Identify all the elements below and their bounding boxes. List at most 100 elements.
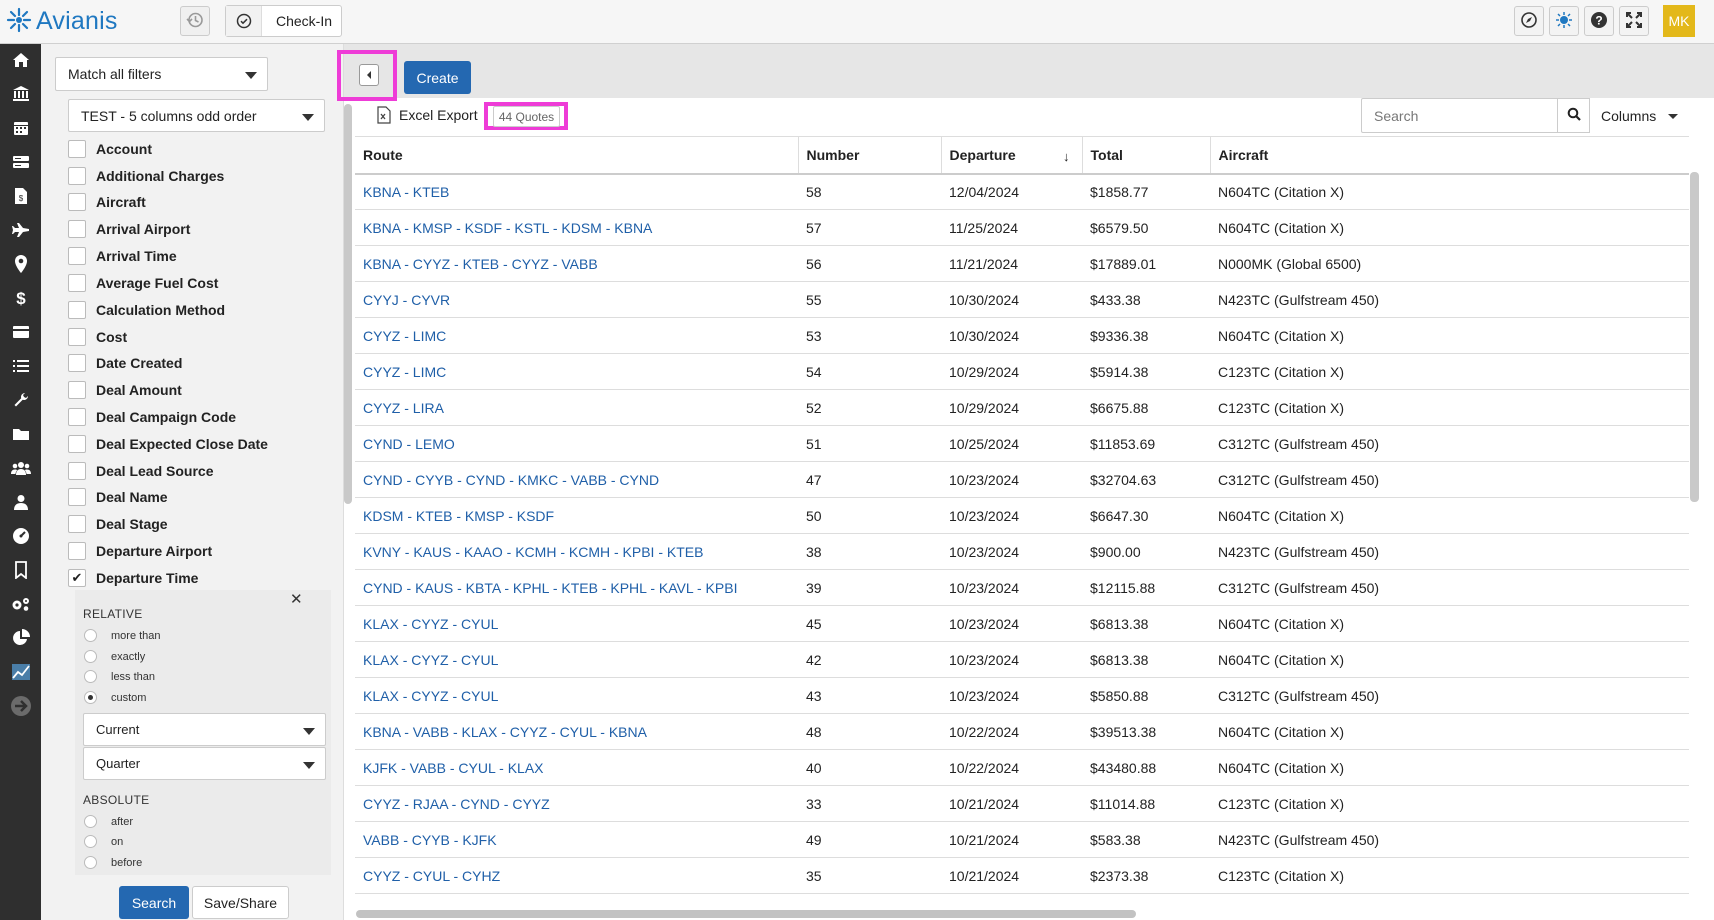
cell-route[interactable]: KLAX - CYYZ - CYUL	[355, 677, 798, 714]
table-row[interactable]: KBNA - CYYZ - KTEB - CYYZ - VABB 56 11/21/…	[355, 245, 1689, 282]
cell-route[interactable]: CYND - KAUS - KBTA - KPHL - KTEB - KPHL …	[355, 569, 798, 606]
nav-dashboard[interactable]	[0, 520, 41, 554]
cell-route[interactable]: KBNA - CYYZ - KTEB - CYYZ - VABB	[355, 245, 798, 282]
nav-customers[interactable]	[0, 486, 41, 520]
filter-field-deal-lead-source[interactable]: Deal Lead Source	[68, 460, 214, 482]
close-icon[interactable]: ✕	[290, 590, 303, 608]
nav-calendar[interactable]	[0, 112, 41, 146]
checkbox[interactable]	[68, 381, 86, 399]
fullscreen-button[interactable]	[1619, 6, 1649, 36]
nav-stack[interactable]	[0, 146, 41, 180]
cell-route[interactable]: KLAX - CYYZ - CYUL	[355, 605, 798, 642]
table-row[interactable]: CYYZ - LIRA 52 10/29/2024 $6675.88 C123TC (C…	[355, 389, 1689, 426]
radio-on[interactable]: on	[84, 835, 123, 848]
nav-crew[interactable]	[0, 452, 41, 486]
checkbox[interactable]	[68, 301, 86, 319]
filter-field-cost[interactable]: Cost	[68, 326, 127, 348]
table-search-button[interactable]	[1557, 98, 1590, 133]
filter-field-calculation-method[interactable]: Calculation Method	[68, 299, 225, 321]
cell-route[interactable]: KBNA - KMSP - KSDF - KSTL - KDSM - KBNA	[355, 209, 798, 246]
radio-button[interactable]	[84, 670, 97, 683]
nav-home[interactable]	[0, 44, 41, 78]
table-search-input[interactable]	[1361, 98, 1558, 133]
cell-route[interactable]: CYYZ - RJAA - CYND - CYYZ	[355, 785, 798, 822]
saved-view-select[interactable]: TEST - 5 columns odd order	[68, 99, 325, 132]
checkbox[interactable]	[68, 328, 86, 346]
radio-button-selected[interactable]	[84, 691, 97, 704]
checkbox[interactable]	[68, 274, 86, 292]
filter-field-date-created[interactable]: Date Created	[68, 352, 182, 374]
table-row[interactable]: CYND - KAUS - KBTA - KPHL - KTEB - KPHL …	[355, 569, 1689, 606]
table-row[interactable]: CYYZ - RJAA - CYND - CYYZ 33 10/21/2024 $11…	[355, 785, 1689, 822]
table-row[interactable]: KVNY - KAUS - KAAO - KCMH - KCMH - KPBI …	[355, 533, 1689, 570]
nav-maintenance[interactable]	[0, 384, 41, 418]
table-vertical-scrollbar[interactable]	[1690, 172, 1699, 502]
radio-exactly[interactable]: exactly	[84, 650, 145, 663]
table-row[interactable]: KLAX - CYYZ - CYUL 43 10/23/2024 $5850.88 C3…	[355, 677, 1689, 714]
nav-finance[interactable]: $	[0, 282, 41, 316]
table-row[interactable]: KLAX - CYYZ - CYUL 42 10/23/2024 $6813.38 N6…	[355, 641, 1689, 678]
nav-analytics[interactable]	[0, 656, 41, 690]
checkbox[interactable]	[68, 462, 86, 480]
radio-after[interactable]: after	[84, 815, 133, 828]
checkbox[interactable]	[68, 408, 86, 426]
filter-field-additional-charges[interactable]: Additional Charges	[68, 165, 224, 187]
cell-route[interactable]: CYND - CYYB - CYND - KMKC - VABB - CYND	[355, 461, 798, 498]
table-row[interactable]: CYYZ - CYUL - CYHZ 35 10/21/2024 $2373.38 C1…	[355, 857, 1689, 894]
cell-route[interactable]: CYND - LEMO	[355, 425, 798, 462]
app-logo[interactable]: Avianis	[6, 7, 118, 36]
checkbox[interactable]	[68, 247, 86, 265]
radio-button[interactable]	[84, 815, 97, 828]
excel-export-button[interactable]: Excel Export	[376, 106, 478, 124]
avianis-button[interactable]	[1549, 6, 1579, 36]
cell-route[interactable]: KLAX - CYYZ - CYUL	[355, 641, 798, 678]
help-button[interactable]: ?	[1584, 6, 1614, 36]
cell-route[interactable]: CYYJ - CYVR	[355, 281, 798, 318]
checkbox[interactable]	[68, 354, 86, 372]
table-row[interactable]: KBNA - VABB - KLAX - CYYZ - CYUL - KBNA 4…	[355, 713, 1689, 750]
table-row[interactable]: KLAX - CYYZ - CYUL 45 10/23/2024 $6813.38 N6…	[355, 605, 1689, 642]
radio-before[interactable]: before	[84, 856, 142, 869]
checkbox[interactable]	[68, 140, 86, 158]
history-button[interactable]	[180, 6, 210, 36]
filter-field-departure-time[interactable]: ✔ Departure Time	[68, 567, 198, 589]
filter-field-average-fuel-cost[interactable]: Average Fuel Cost	[68, 272, 218, 294]
filter-field-departure-airport[interactable]: Departure Airport	[68, 540, 212, 562]
checkbox[interactable]	[68, 193, 86, 211]
filter-field-deal-expected-close-date[interactable]: Deal Expected Close Date	[68, 433, 268, 455]
table-row[interactable]: VABB - CYYB - KJFK 49 10/21/2024 $583.38 N42…	[355, 821, 1689, 858]
cell-route[interactable]: CYYZ - LIMC	[355, 317, 798, 354]
radio-less-than[interactable]: less than	[84, 670, 155, 683]
period-select[interactable]: Current	[83, 713, 326, 746]
table-row[interactable]: KBNA - KTEB 58 12/04/2024 $1858.77 N604TC (C…	[355, 173, 1689, 210]
table-horizontal-scrollbar[interactable]	[356, 910, 1136, 918]
cell-route[interactable]: CYYZ - CYUL - CYHZ	[355, 857, 798, 894]
radio-button[interactable]	[84, 650, 97, 663]
checkbox[interactable]	[68, 220, 86, 238]
filter-field-account[interactable]: Account	[68, 138, 152, 160]
radio-button[interactable]	[84, 629, 97, 642]
check-in-button[interactable]: Check-In	[225, 5, 342, 37]
nav-locations[interactable]	[0, 248, 41, 282]
match-filters-select[interactable]: Match all filters	[55, 57, 268, 91]
user-avatar[interactable]: MK	[1663, 5, 1695, 37]
cell-route[interactable]: CYYZ - LIRA	[355, 389, 798, 426]
nav-flights[interactable]	[0, 214, 41, 248]
cell-route[interactable]: KBNA - KTEB	[355, 173, 798, 210]
table-row[interactable]: KJFK - VABB - CYUL - KLAX 40 10/22/2024 $43…	[355, 749, 1689, 786]
nav-lists[interactable]	[0, 350, 41, 384]
collapse-filters-button[interactable]	[359, 64, 379, 86]
nav-payments[interactable]	[0, 316, 41, 350]
nav-bookmarks[interactable]	[0, 554, 41, 588]
table-row[interactable]: KBNA - KMSP - KSDF - KSTL - KDSM - KBNA 5…	[355, 209, 1689, 246]
column-header-number[interactable]: Number	[798, 136, 942, 175]
filter-field-arrival-time[interactable]: Arrival Time	[68, 245, 177, 267]
filter-field-deal-campaign-code[interactable]: Deal Campaign Code	[68, 406, 236, 428]
filter-field-deal-amount[interactable]: Deal Amount	[68, 379, 182, 401]
radio-more-than[interactable]: more than	[84, 629, 161, 642]
table-row[interactable]: CYYJ - CYVR 55 10/30/2024 $433.38 N423TC (Gu…	[355, 281, 1689, 318]
nav-expand[interactable]	[0, 690, 41, 724]
checkbox[interactable]	[68, 515, 86, 533]
filter-scrollbar[interactable]	[344, 104, 352, 504]
cell-route[interactable]: KDSM - KTEB - KMSP - KSDF	[355, 497, 798, 534]
